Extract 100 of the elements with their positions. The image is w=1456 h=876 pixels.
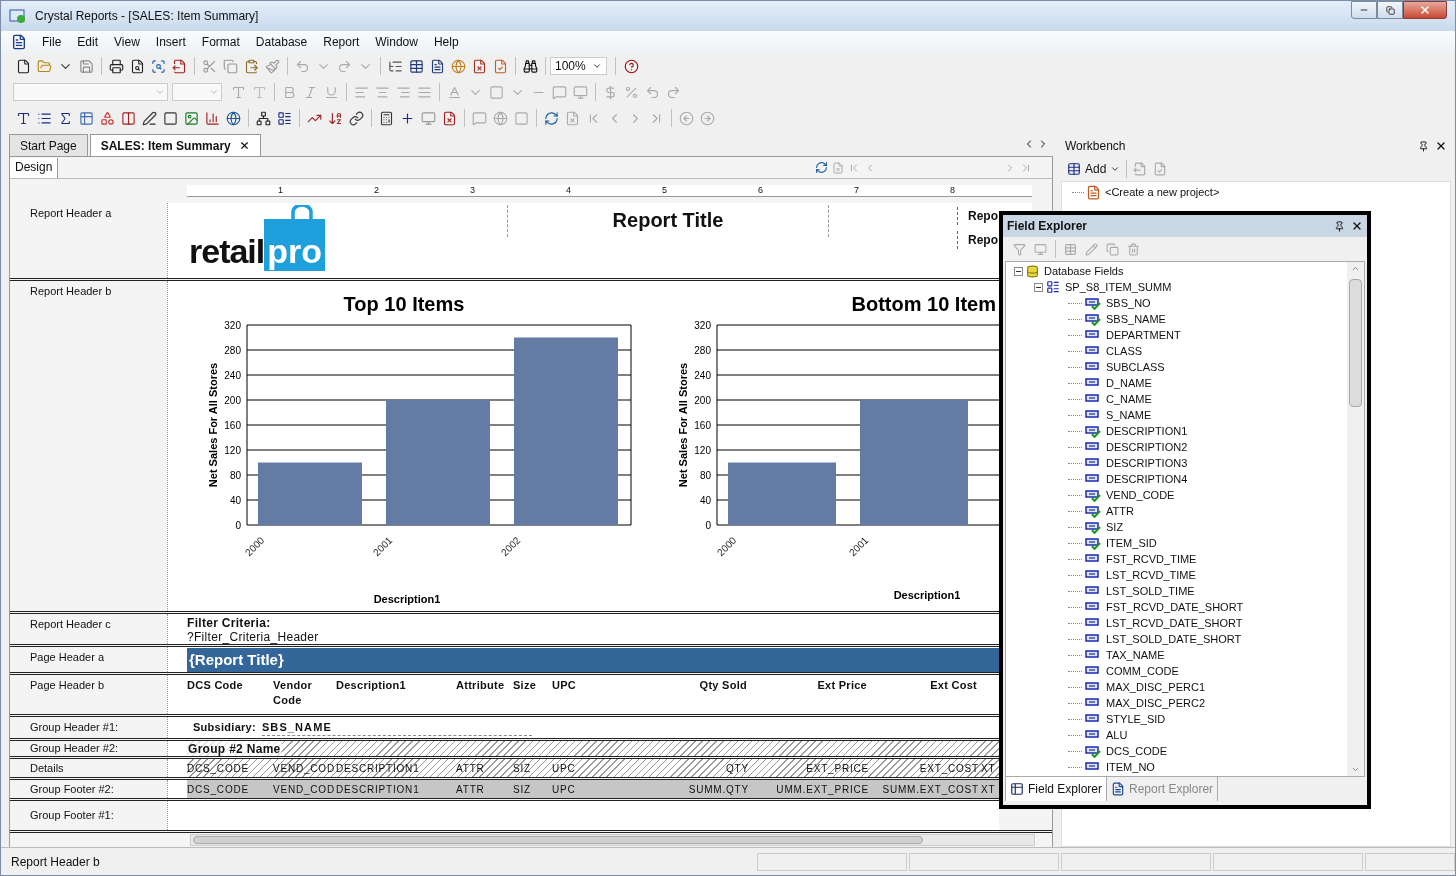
scissors-icon[interactable]: [202, 58, 217, 74]
sum-icon[interactable]: [58, 110, 73, 126]
close-icon[interactable]: [238, 140, 250, 151]
group-icon[interactable]: [256, 110, 271, 126]
tree-item[interactable]: DESCRIPTION3: [1104, 454, 1190, 472]
tree-item[interactable]: C_NAME: [1104, 390, 1154, 408]
stop-icon[interactable]: [565, 110, 580, 126]
file-x-icon[interactable]: [472, 58, 487, 74]
scrollbar-thumb[interactable]: [1349, 279, 1362, 407]
section-icon[interactable]: [277, 110, 292, 126]
tree-item[interactable]: STYLE_SID: [1104, 710, 1168, 728]
bold-icon[interactable]: [282, 84, 297, 100]
tree-item[interactable]: LST_SOLD_DATE_SHORT: [1104, 630, 1244, 648]
preview-icon[interactable]: [130, 58, 145, 74]
zoom-dropdown[interactable]: 100%: [550, 57, 607, 75]
tree-item[interactable]: MAX_DISC_PERC2: [1104, 694, 1208, 712]
menu-item[interactable]: Database: [248, 33, 315, 51]
tree-item[interactable]: CLASS: [1104, 342, 1145, 360]
currency-icon[interactable]: [603, 84, 618, 100]
sort-icon[interactable]: [328, 110, 343, 126]
tree-item[interactable]: DESCRIPTION2: [1104, 438, 1190, 456]
align-left-icon[interactable]: [354, 84, 369, 100]
list-icon[interactable]: [37, 110, 52, 126]
screen-icon[interactable]: [421, 110, 436, 126]
font-size-dropdown[interactable]: [172, 83, 222, 101]
cross-tab-icon[interactable]: [79, 110, 94, 126]
tree-item[interactable]: LST_RCVD_DATE_SHORT: [1104, 614, 1245, 632]
document-tab[interactable]: Start Page: [9, 134, 88, 156]
pen-icon[interactable]: [142, 110, 157, 126]
scroll-up-icon[interactable]: [1351, 264, 1360, 273]
tree-item[interactable]: MAX_DISC_PERC1: [1104, 678, 1208, 696]
globe-icon[interactable]: [226, 110, 241, 126]
close-button[interactable]: [1403, 1, 1447, 19]
edit-icon[interactable]: [1085, 242, 1098, 256]
insert-field-icon[interactable]: [1013, 242, 1026, 256]
underline-icon[interactable]: [324, 84, 339, 100]
menu-item[interactable]: Help: [426, 33, 466, 51]
view-tab[interactable]: Design: [10, 158, 59, 178]
add-button[interactable]: Add: [1067, 160, 1121, 178]
minimize-button[interactable]: [1351, 1, 1377, 19]
first-page-icon[interactable]: [848, 161, 860, 174]
tree-item[interactable]: FST_RCVD_DATE_SHORT: [1104, 598, 1246, 616]
decimal-icon[interactable]: [666, 84, 681, 100]
tree-icon[interactable]: [388, 58, 403, 74]
tree-item[interactable]: SBS_NO: [1104, 294, 1153, 312]
percent-icon[interactable]: [624, 84, 639, 100]
tree-item[interactable]: Database Fields: [1042, 262, 1126, 280]
restore-button[interactable]: [1377, 1, 1403, 19]
font-dropdown[interactable]: [13, 83, 168, 101]
file-check-icon[interactable]: [493, 58, 508, 74]
new-icon[interactable]: [1064, 242, 1077, 256]
paste-icon[interactable]: [244, 58, 259, 74]
tree-item[interactable]: S_NAME: [1104, 406, 1154, 424]
font-smaller-icon[interactable]: [252, 84, 267, 100]
menu-item[interactable]: Edit: [70, 33, 106, 51]
menu-item[interactable]: View: [107, 33, 147, 51]
text-object-icon[interactable]: [16, 110, 31, 126]
close-icon[interactable]: [1435, 140, 1447, 152]
tree-item[interactable]: LST_RCVD_TIME: [1104, 566, 1198, 584]
delete-file-icon[interactable]: [442, 110, 457, 126]
tree-item[interactable]: SBS_NAME: [1104, 310, 1168, 328]
tree-item[interactable]: LST_SOLD_TIME: [1104, 582, 1197, 600]
frame-icon[interactable]: [573, 84, 588, 100]
help-icon[interactable]: [623, 58, 639, 74]
shapes-icon[interactable]: [100, 110, 115, 126]
refresh-icon[interactable]: [815, 161, 828, 174]
comment-icon[interactable]: [552, 84, 567, 100]
vertical-scrollbar[interactable]: [1347, 262, 1364, 776]
zoom-page-icon[interactable]: [151, 58, 166, 74]
back-icon[interactable]: [679, 110, 694, 126]
tree-item[interactable]: COMM_CODE: [1104, 662, 1181, 680]
pin-icon[interactable]: [1418, 140, 1429, 152]
tree-item[interactable]: <Create a new project>: [1103, 184, 1222, 201]
undo-icon[interactable]: [295, 58, 310, 74]
check-icon[interactable]: [1153, 162, 1168, 176]
refresh-icon[interactable]: [544, 110, 559, 126]
tree-item[interactable]: DCS_CODE: [1104, 742, 1170, 760]
redo-icon[interactable]: [337, 58, 352, 74]
comment-icon[interactable]: [472, 110, 487, 126]
delete-icon[interactable]: [1127, 242, 1140, 256]
document-tab[interactable]: SALES: Item Summary: [89, 134, 261, 156]
tree-item[interactable]: DEPARTMENT: [1104, 326, 1183, 344]
tree-item[interactable]: FST_RCVD_TIME: [1104, 550, 1199, 568]
tree-item[interactable]: SIZ: [1104, 518, 1126, 536]
tree-item[interactable]: DESCRIPTION1: [1104, 422, 1190, 440]
save-icon[interactable]: [79, 58, 94, 74]
brush-icon[interactable]: [265, 58, 280, 74]
menu-item[interactable]: Window: [368, 33, 425, 51]
copy-icon[interactable]: [223, 58, 238, 74]
tree-item[interactable]: SP_S8_ITEM_SUMM: [1063, 278, 1174, 296]
grid-icon[interactable]: [514, 110, 529, 126]
folder-icon[interactable]: [37, 58, 52, 74]
image-icon[interactable]: [184, 110, 199, 126]
justify-icon[interactable]: [417, 84, 432, 100]
align-right-icon[interactable]: [396, 84, 411, 100]
pin-icon[interactable]: [1334, 220, 1345, 232]
export-icon[interactable]: [172, 58, 187, 74]
browse-icon[interactable]: [1034, 242, 1047, 256]
link-icon[interactable]: [349, 110, 364, 126]
menu-item[interactable]: Insert: [148, 33, 193, 51]
